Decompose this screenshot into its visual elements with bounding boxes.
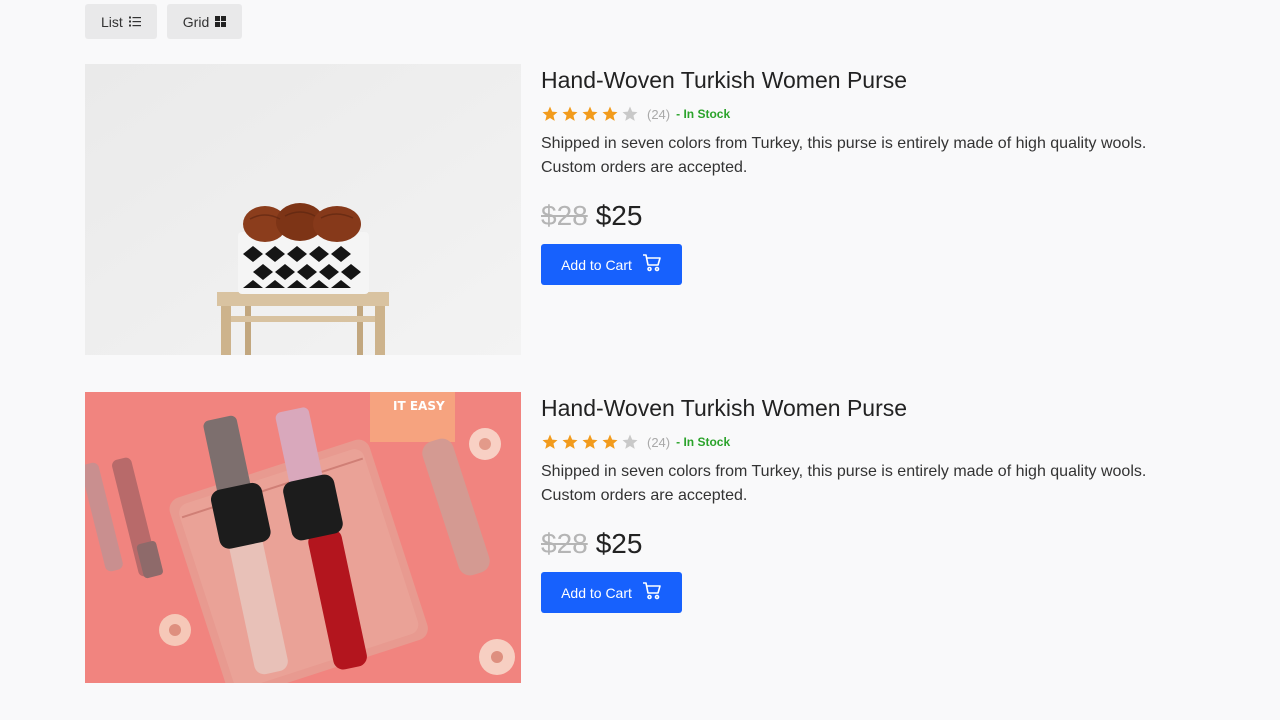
grid-view-button[interactable]: Grid [166, 4, 243, 39]
product-info: Hand-Woven Turkish Women Purse (24) - In… [541, 392, 1201, 683]
product-card: IT EASY Hand-Woven Turkish Women Purse (… [85, 392, 1200, 683]
current-price: $25 [595, 200, 643, 231]
product-image[interactable]: IT EASY [85, 392, 521, 683]
stock-status: - In Stock [676, 435, 731, 449]
product-title[interactable]: Hand-Woven Turkish Women Purse [541, 394, 1201, 422]
old-price: $28 [541, 528, 588, 559]
review-count[interactable]: (24) [647, 435, 670, 450]
grid-icon [215, 16, 227, 27]
add-to-cart-button[interactable]: Add to Cart [541, 572, 682, 613]
star-empty-icon [622, 106, 638, 121]
star-filled-icon [602, 434, 618, 449]
current-price: $25 [595, 528, 643, 559]
add-to-cart-label: Add to Cart [561, 256, 632, 273]
product-description: Shipped in seven colors from Turkey, thi… [541, 463, 1147, 504]
svg-text:IT EASY: IT EASY [393, 399, 445, 413]
stock-status: - In Stock [676, 107, 731, 121]
product-description: Shipped in seven colors from Turkey, thi… [541, 135, 1147, 176]
product-info: Hand-Woven Turkish Women Purse (24) - In… [541, 64, 1201, 355]
cart-icon [642, 582, 662, 603]
add-to-cart-button[interactable]: Add to Cart [541, 244, 682, 285]
star-filled-icon [542, 106, 558, 121]
star-rating [541, 433, 639, 451]
star-rating [541, 105, 639, 123]
rating-row: (24) - In Stock [541, 432, 1201, 452]
price-row: $28 $25 [541, 200, 1201, 232]
add-to-cart-label: Add to Cart [561, 584, 632, 601]
old-price: $28 [541, 200, 588, 231]
product-image[interactable] [85, 64, 521, 355]
list-view-button[interactable]: List [85, 4, 157, 39]
star-filled-icon [562, 106, 578, 121]
list-icon [128, 16, 141, 27]
star-filled-icon [582, 106, 598, 121]
star-filled-icon [562, 434, 578, 449]
product-card: Hand-Woven Turkish Women Purse (24) - In… [85, 64, 1200, 355]
grid-view-label: Grid [182, 13, 210, 30]
product-title[interactable]: Hand-Woven Turkish Women Purse [541, 66, 1201, 94]
list-view-label: List [101, 13, 123, 30]
price-row: $28 $25 [541, 528, 1201, 560]
star-filled-icon [542, 434, 558, 449]
review-count[interactable]: (24) [647, 107, 670, 122]
rating-row: (24) - In Stock [541, 104, 1201, 124]
star-filled-icon [602, 106, 618, 121]
star-empty-icon [622, 434, 638, 449]
star-filled-icon [582, 434, 598, 449]
view-toggle: List Grid [85, 4, 243, 39]
cart-icon [642, 254, 662, 275]
